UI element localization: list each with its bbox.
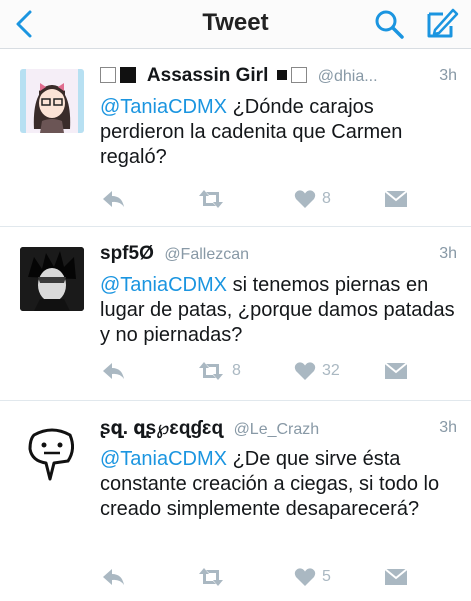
- display-name[interactable]: spf5Ø: [100, 243, 154, 264]
- tweet-header: Assassin Girl @dhia... 3h: [100, 65, 457, 93]
- retweet-button[interactable]: 8: [196, 359, 241, 383]
- mention-link[interactable]: @TaniaCDMX: [100, 448, 227, 470]
- tweet-actions: 8 32: [0, 359, 471, 385]
- retweet-button[interactable]: [196, 187, 232, 211]
- like-count: 32: [322, 362, 340, 379]
- timestamp: 3h: [439, 419, 457, 436]
- tweet-text: @TaniaCDMX ¿De que sirve ésta constante …: [100, 447, 457, 522]
- direct-message-button[interactable]: [384, 187, 408, 211]
- avatar[interactable]: [20, 421, 84, 485]
- avatar[interactable]: [20, 69, 84, 133]
- user-handle[interactable]: @dhia...: [318, 68, 378, 85]
- reply-button[interactable]: [100, 565, 126, 589]
- retweet-icon: [199, 190, 223, 208]
- tweet-text: @TaniaCDMX si tenemos piernas en lugar d…: [100, 273, 457, 348]
- anime-girl-avatar-image: [20, 69, 84, 133]
- search-icon[interactable]: [373, 8, 405, 40]
- user-handle[interactable]: @Fallezcan: [164, 246, 249, 263]
- like-button[interactable]: 5: [294, 565, 331, 589]
- reply-icon: [103, 569, 124, 585]
- tweet[interactable]: spf5Ø @Fallezcan 3h @TaniaCDMX si tenemo…: [0, 227, 471, 401]
- dark-portrait-avatar-image: [20, 247, 84, 311]
- retweet-icon: [199, 362, 223, 380]
- direct-message-button[interactable]: [384, 565, 408, 589]
- like-count: 5: [322, 568, 331, 585]
- tweet-actions: 8: [0, 187, 471, 213]
- reply-button[interactable]: [100, 359, 126, 383]
- timestamp: 3h: [439, 67, 457, 84]
- white-square-icon: [291, 67, 308, 83]
- tweet[interactable]: Assassin Girl @dhia... 3h @TaniaCDMX ¿Dó…: [0, 49, 471, 227]
- tweet-actions: 5: [0, 565, 471, 591]
- tweet-header: spf5Ø @Fallezcan 3h: [100, 243, 457, 271]
- white-square-icon: [100, 67, 116, 83]
- tweet[interactable]: ʂզ. զʂ℘ɛɋɠɛɋ @Le_Crazh 3h @TaniaCDMX ¿De…: [0, 401, 471, 601]
- reply-button[interactable]: [100, 187, 126, 211]
- black-small-square-icon: [276, 70, 287, 80]
- retweet-button[interactable]: [196, 565, 232, 589]
- heart-icon: [294, 362, 316, 380]
- envelope-icon: [384, 190, 408, 207]
- avatar[interactable]: [20, 247, 84, 311]
- reply-icon: [103, 191, 124, 207]
- envelope-icon: [384, 568, 408, 585]
- tweet-text: @TaniaCDMX ¿Dónde carajos perdieron la c…: [100, 95, 457, 170]
- tweet-header: ʂզ. զʂ℘ɛɋɠɛɋ @Le_Crazh 3h: [100, 417, 457, 445]
- timestamp: 3h: [439, 245, 457, 262]
- mention-link[interactable]: @TaniaCDMX: [100, 274, 227, 296]
- like-button[interactable]: 8: [294, 187, 331, 211]
- heart-icon: [294, 568, 316, 586]
- retweet-icon: [199, 568, 223, 586]
- direct-message-button[interactable]: [384, 359, 408, 383]
- like-button[interactable]: 32: [294, 359, 340, 383]
- envelope-icon: [384, 362, 408, 379]
- heart-icon: [294, 190, 316, 208]
- nav-bar: Tweet: [0, 0, 471, 49]
- mention-link[interactable]: @TaniaCDMX: [100, 96, 227, 118]
- compose-icon[interactable]: [423, 6, 459, 42]
- retweet-count: 8: [232, 362, 241, 379]
- black-square-icon: [120, 67, 137, 83]
- display-name[interactable]: ʂզ. զʂ℘ɛɋɠɛɋ: [100, 418, 223, 439]
- display-name[interactable]: Assassin Girl: [147, 65, 268, 86]
- like-count: 8: [322, 190, 331, 207]
- user-handle[interactable]: @Le_Crazh: [234, 421, 320, 438]
- reply-icon: [103, 363, 124, 379]
- speech-bubble-face-avatar-image: [20, 421, 84, 485]
